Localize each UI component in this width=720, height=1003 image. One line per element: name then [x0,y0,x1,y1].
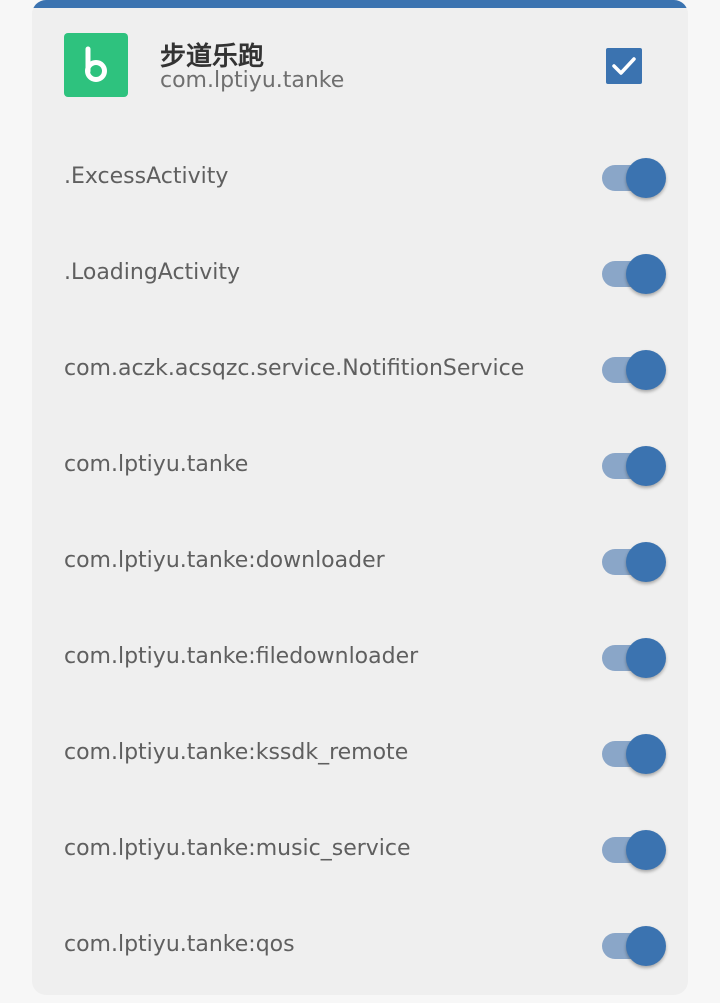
component-toggle[interactable] [602,734,666,774]
b-logo-icon [64,33,128,97]
component-name: com.lptiyu.tanke:qos [64,932,295,957]
toggle-thumb [626,926,666,966]
toggle-thumb [626,734,666,774]
component-list: .ExcessActivity .LoadingActivity com.acz… [32,130,688,994]
component-name: com.lptiyu.tanke:downloader [64,548,385,573]
component-row: com.aczk.acsqzc.service.NotifitionServic… [32,322,688,418]
component-name: com.lptiyu.tanke:filedownloader [64,644,419,669]
component-row: .ExcessActivity [32,130,688,226]
component-row: com.lptiyu.tanke:filedownloader [32,610,688,706]
toggle-thumb [626,446,666,486]
component-toggle[interactable] [602,446,666,486]
app-select-checkbox[interactable] [606,48,642,84]
toggle-thumb [626,830,666,870]
component-toggle[interactable] [602,158,666,198]
component-toggle[interactable] [602,542,666,582]
app-package-name: com.lptiyu.tanke [160,68,345,93]
toggle-thumb [626,638,666,678]
component-name: com.lptiyu.tanke [64,452,249,477]
app-card: 步道乐跑 com.lptiyu.tanke .ExcessActivity .L… [32,0,688,995]
toggle-thumb [626,350,666,390]
component-toggle[interactable] [602,926,666,966]
app-header: 步道乐跑 com.lptiyu.tanke [32,8,688,120]
toggle-thumb [626,254,666,294]
component-name: .ExcessActivity [64,164,229,189]
component-row: .LoadingActivity [32,226,688,322]
toggle-thumb [626,542,666,582]
card-accent-bar [32,0,688,8]
component-toggle[interactable] [602,254,666,294]
component-toggle[interactable] [602,830,666,870]
toggle-thumb [626,158,666,198]
component-name: .LoadingActivity [64,260,241,285]
component-toggle[interactable] [602,350,666,390]
component-name: com.lptiyu.tanke:music_service [64,836,411,861]
component-row: com.lptiyu.tanke:music_service [32,802,688,898]
component-name: com.aczk.acsqzc.service.NotifitionServic… [64,356,525,381]
component-row: com.lptiyu.tanke [32,418,688,514]
component-name: com.lptiyu.tanke:kssdk_remote [64,740,409,765]
component-row: com.lptiyu.tanke:downloader [32,514,688,610]
component-row: com.lptiyu.tanke:kssdk_remote [32,706,688,802]
component-toggle[interactable] [602,638,666,678]
checkmark-icon [612,57,636,75]
component-row: com.lptiyu.tanke:qos [32,898,688,994]
